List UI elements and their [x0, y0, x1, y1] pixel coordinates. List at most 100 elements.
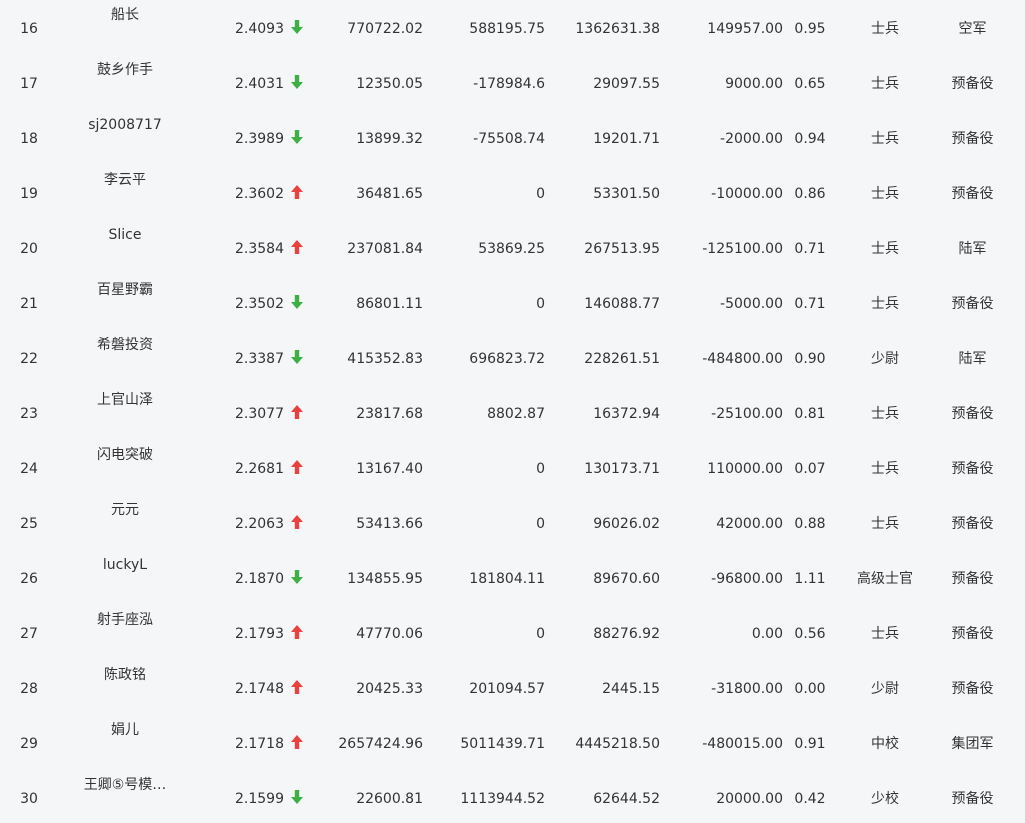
military-rank: 士兵 [871, 76, 899, 92]
value-col-4: -31800.00 [711, 681, 783, 697]
table-row[interactable]: 18 sj2008717 2.3989 13899.32 -75508.74 1… [0, 110, 1025, 165]
military-rank: 士兵 [871, 406, 899, 422]
rank-number: 25 [20, 516, 38, 532]
value-col-2: 0 [536, 516, 545, 532]
rank-number: 20 [20, 241, 38, 257]
ratio-value: 0.88 [794, 516, 826, 532]
value-col-2: 0 [536, 626, 545, 642]
table-row[interactable]: 29 娟儿 2.1718 2657424.96 5011439.71 44452… [0, 715, 1025, 770]
user-name[interactable]: 鼓乡作手 [60, 61, 190, 79]
value-col-4: -484800.00 [702, 351, 783, 367]
table-row[interactable]: 23 上官山泽 2.3077 23817.68 8802.87 16372.94… [0, 385, 1025, 440]
user-name[interactable]: 百星野霸 [60, 281, 190, 299]
army-branch: 陆军 [958, 351, 987, 367]
value-col-1: 13167.40 [356, 461, 423, 477]
user-name[interactable]: 射手座泓 [60, 611, 190, 629]
arrow-up-icon [290, 734, 306, 752]
rank-number: 19 [20, 186, 38, 202]
value-col-4: -125100.00 [702, 241, 783, 257]
rank-number: 27 [20, 626, 38, 642]
user-name[interactable]: Slice [60, 226, 190, 244]
value-col-2: 0 [536, 461, 545, 477]
army-branch: 预备役 [951, 791, 994, 807]
value-col-1: 23817.68 [356, 406, 423, 422]
rank-number: 21 [20, 296, 38, 312]
arrow-up-icon [290, 239, 306, 257]
user-name[interactable]: luckyL [60, 556, 190, 574]
ratio-value: 0.94 [794, 131, 826, 147]
user-name[interactable]: 希磐投资 [60, 336, 190, 354]
rank-number: 24 [20, 461, 38, 477]
military-rank: 士兵 [871, 296, 899, 312]
value-col-4: 149957.00 [707, 21, 783, 37]
score-value: 2.1599 [235, 791, 284, 807]
user-name[interactable]: sj2008717 [60, 116, 190, 134]
table-row[interactable]: 30 王卿⑤号模… 2.1599 22600.81 1113944.52 626… [0, 770, 1025, 823]
ratio-value: 0.42 [794, 791, 826, 807]
value-col-1: 237081.84 [347, 241, 423, 257]
user-name[interactable]: 船长 [60, 6, 190, 24]
table-row[interactable]: 25 元元 2.2063 53413.66 0 96026.02 42000.0… [0, 495, 1025, 550]
table-row[interactable]: 27 射手座泓 2.1793 47770.06 0 88276.92 0.00 … [0, 605, 1025, 660]
user-name[interactable]: 上官山泽 [60, 391, 190, 409]
military-rank: 士兵 [871, 241, 899, 257]
value-col-1: 22600.81 [356, 791, 423, 807]
value-col-3: 267513.95 [584, 241, 660, 257]
table-row[interactable]: 16 船长 2.4093 770722.02 588195.75 1362631… [0, 0, 1025, 55]
rank-number: 18 [20, 131, 38, 147]
table-row[interactable]: 28 陈政铭 2.1748 20425.33 201094.57 2445.15… [0, 660, 1025, 715]
military-rank: 少尉 [871, 681, 899, 697]
value-col-3: 1362631.38 [575, 21, 660, 37]
military-rank: 士兵 [871, 461, 899, 477]
table-row[interactable]: 19 李云平 2.3602 36481.65 0 53301.50 -10000… [0, 165, 1025, 220]
ratio-value: 0.81 [794, 406, 826, 422]
user-name[interactable]: 王卿⑤号模… [60, 776, 190, 794]
ratio-value: 0.00 [794, 681, 826, 697]
user-name[interactable]: 李云平 [60, 171, 190, 189]
ratio-value: 0.95 [794, 21, 826, 37]
military-rank: 士兵 [871, 131, 899, 147]
user-name[interactable]: 陈政铭 [60, 666, 190, 684]
rank-number: 26 [20, 571, 38, 587]
ratio-value: 0.91 [794, 736, 826, 752]
value-col-2: -75508.74 [473, 131, 545, 147]
army-branch: 预备役 [951, 461, 994, 477]
ratio-value: 0.71 [794, 296, 826, 312]
value-col-1: 12350.05 [356, 76, 423, 92]
value-col-2: 8802.87 [487, 406, 545, 422]
score-value: 2.3502 [235, 296, 284, 312]
value-col-4: 110000.00 [707, 461, 783, 477]
value-col-1: 86801.11 [356, 296, 423, 312]
table-row[interactable]: 26 luckyL 2.1870 134855.95 181804.11 896… [0, 550, 1025, 605]
value-col-2: 588195.75 [469, 21, 545, 37]
arrow-down-icon [290, 74, 306, 92]
army-branch: 预备役 [951, 571, 994, 587]
value-col-1: 53413.66 [356, 516, 423, 532]
score-value: 2.2681 [235, 461, 284, 477]
table-row[interactable]: 24 闪电突破 2.2681 13167.40 0 130173.71 1100… [0, 440, 1025, 495]
user-name[interactable]: 娟儿 [60, 721, 190, 739]
army-branch: 预备役 [951, 516, 994, 532]
user-name[interactable]: 闪电突破 [60, 446, 190, 464]
value-col-2: 201094.57 [469, 681, 545, 697]
table-row[interactable]: 22 希磐投资 2.3387 415352.83 696823.72 22826… [0, 330, 1025, 385]
value-col-2: 181804.11 [469, 571, 545, 587]
military-rank: 士兵 [871, 626, 899, 642]
user-name[interactable]: 元元 [60, 501, 190, 519]
arrow-down-icon [290, 789, 306, 807]
value-col-2: 0 [536, 186, 545, 202]
score-value: 2.3387 [235, 351, 284, 367]
arrow-up-icon [290, 184, 306, 202]
army-branch: 预备役 [951, 626, 994, 642]
score-value: 2.1718 [235, 736, 284, 752]
value-col-2: -178984.6 [473, 76, 545, 92]
value-col-3: 130173.71 [584, 461, 660, 477]
value-col-3: 2445.15 [602, 681, 660, 697]
arrow-up-icon [290, 404, 306, 422]
arrow-down-icon [290, 294, 306, 312]
table-row[interactable]: 21 百星野霸 2.3502 86801.11 0 146088.77 -500… [0, 275, 1025, 330]
table-row[interactable]: 17 鼓乡作手 2.4031 12350.05 -178984.6 29097.… [0, 55, 1025, 110]
value-col-4: -10000.00 [711, 186, 783, 202]
table-row[interactable]: 20 Slice 2.3584 237081.84 53869.25 26751… [0, 220, 1025, 275]
value-col-3: 146088.77 [584, 296, 660, 312]
